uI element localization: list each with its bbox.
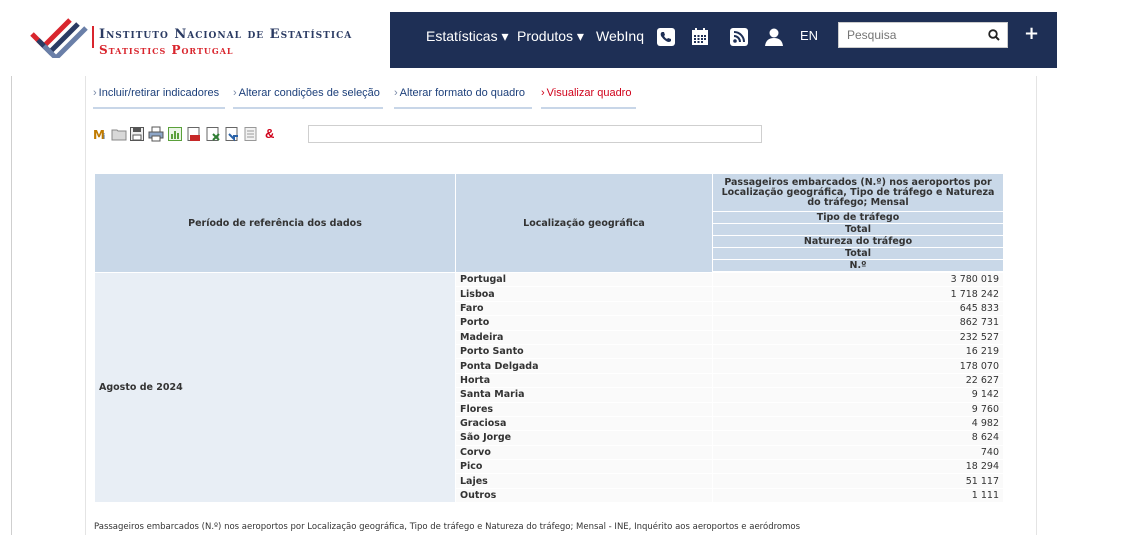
tab-view-table[interactable]: › Visualizar quadro	[541, 84, 636, 109]
left-rule	[11, 76, 12, 535]
value-cell: 740	[713, 445, 1003, 460]
svg-text:i: i	[103, 132, 105, 141]
data-table: Período de referência dos dados Localiza…	[94, 173, 1004, 503]
tab-label: Incluir/retirar indicadores	[98, 87, 220, 99]
table-footnote: Passageiros embarcados (N.º) nos aeropor…	[94, 522, 801, 532]
value-cell: 22 627	[713, 373, 1003, 388]
value-cell: 8 624	[713, 431, 1003, 445]
main-navbar: Estatísticas ▾ Produtos ▾ WebInq EN Pesq…	[390, 12, 1057, 68]
value-cell: 4 982	[713, 416, 1003, 431]
location-cell: Porto	[456, 316, 712, 330]
search-input[interactable]	[847, 24, 987, 46]
location-cell: Faro	[456, 301, 712, 316]
folder-icon[interactable]	[111, 126, 127, 142]
user-icon[interactable]	[764, 27, 784, 47]
location-cell: Porto Santo	[456, 344, 712, 359]
tab-label: Alterar formato do quadro	[399, 87, 526, 99]
export-excel-icon[interactable]	[205, 126, 221, 142]
nav-webinq[interactable]: WebInq	[596, 28, 644, 44]
dimension-label-traffic-nature: Natureza do tráfego	[713, 236, 1003, 247]
location-cell: Lisboa	[456, 287, 712, 301]
location-cell: Flores	[456, 402, 712, 416]
tab-change-format[interactable]: › Alterar formato do quadro	[394, 84, 532, 109]
export-csv-icon[interactable]	[224, 126, 240, 142]
search-icon	[988, 29, 1000, 41]
value-cell: 232 527	[713, 330, 1003, 344]
location-cell: São Jorge	[456, 431, 712, 445]
dimension-value-traffic-type: Total	[713, 224, 1003, 235]
dimension-value-traffic-nature: Total	[713, 248, 1003, 259]
indicator-title: Passageiros embarcados (N.º) nos aeropor…	[713, 174, 1003, 211]
value-cell: 1 111	[713, 488, 1003, 503]
export-document-icon[interactable]	[243, 126, 259, 142]
search-box	[838, 22, 1008, 48]
value-cell: 645 833	[713, 301, 1003, 316]
phone-icon[interactable]	[656, 27, 676, 47]
query-panel: › Incluir/retirar indicadores › Alterar co…	[85, 76, 1037, 535]
brand-subtitle: Statistics Portugal	[99, 43, 234, 57]
dimension-label-traffic-type: Tipo de tráfego	[713, 212, 1003, 223]
export-pdf-icon[interactable]	[186, 126, 202, 142]
value-cell: 9 142	[713, 388, 1003, 402]
tab-label: Visualizar quadro	[546, 87, 632, 99]
nav-estatisticas[interactable]: Estatísticas ▾	[426, 28, 509, 45]
tab-include-indicators[interactable]: › Incluir/retirar indicadores	[93, 84, 225, 109]
save-icon[interactable]	[129, 126, 145, 142]
print-icon[interactable]	[148, 126, 164, 142]
calendar-icon[interactable]	[690, 27, 710, 47]
location-cell: Portugal	[456, 273, 712, 287]
value-cell: 862 731	[713, 316, 1003, 330]
location-cell: Lajes	[456, 474, 712, 488]
table-row: Agosto de 2024 Portugal 3 780 019	[95, 273, 1003, 503]
search-button[interactable]	[981, 23, 1007, 47]
location-cell: Graciosa	[456, 416, 712, 431]
brand-name[interactable]: Instituto Nacional de Estatística	[99, 27, 352, 42]
ine-logo-icon[interactable]	[30, 14, 90, 58]
metadata-icon[interactable]: M i	[93, 126, 109, 142]
value-cell: 178 070	[713, 359, 1003, 373]
language-switch[interactable]: EN	[800, 28, 818, 43]
site-header: Instituto Nacional de Estatística Statis…	[0, 0, 1125, 68]
column-header-period: Período de referência dos dados	[95, 174, 455, 272]
location-cell: Ponta Delgada	[456, 359, 712, 373]
rss-icon[interactable]	[729, 27, 749, 47]
location-cell: Pico	[456, 460, 712, 474]
link-icon[interactable]: &	[265, 126, 279, 142]
toolbar-link-field[interactable]	[308, 125, 762, 143]
location-cell: Outros	[456, 488, 712, 503]
brand-divider	[92, 26, 94, 48]
more-menu-button[interactable]: +	[1024, 23, 1039, 44]
value-cell: 1 718 242	[713, 287, 1003, 301]
value-cell: 3 780 019	[713, 273, 1003, 287]
column-header-location: Localização geográfica	[456, 174, 712, 272]
period-value: Agosto de 2024	[95, 273, 455, 503]
value-cell: 18 294	[713, 460, 1003, 474]
location-cell: Madeira	[456, 330, 712, 344]
location-cell: Santa Maria	[456, 388, 712, 402]
tab-label: Alterar condições de seleção	[238, 87, 380, 99]
unit-label: N.º	[713, 260, 1003, 271]
value-cell: 16 219	[713, 344, 1003, 359]
location-cell: Corvo	[456, 445, 712, 460]
value-cell: 9 760	[713, 402, 1003, 416]
chart-icon[interactable]	[167, 126, 183, 142]
nav-produtos[interactable]: Produtos ▾	[517, 28, 584, 45]
tab-change-selection[interactable]: › Alterar condições de seleção	[233, 84, 383, 109]
location-cell: Horta	[456, 373, 712, 388]
value-cell: 51 117	[713, 474, 1003, 488]
